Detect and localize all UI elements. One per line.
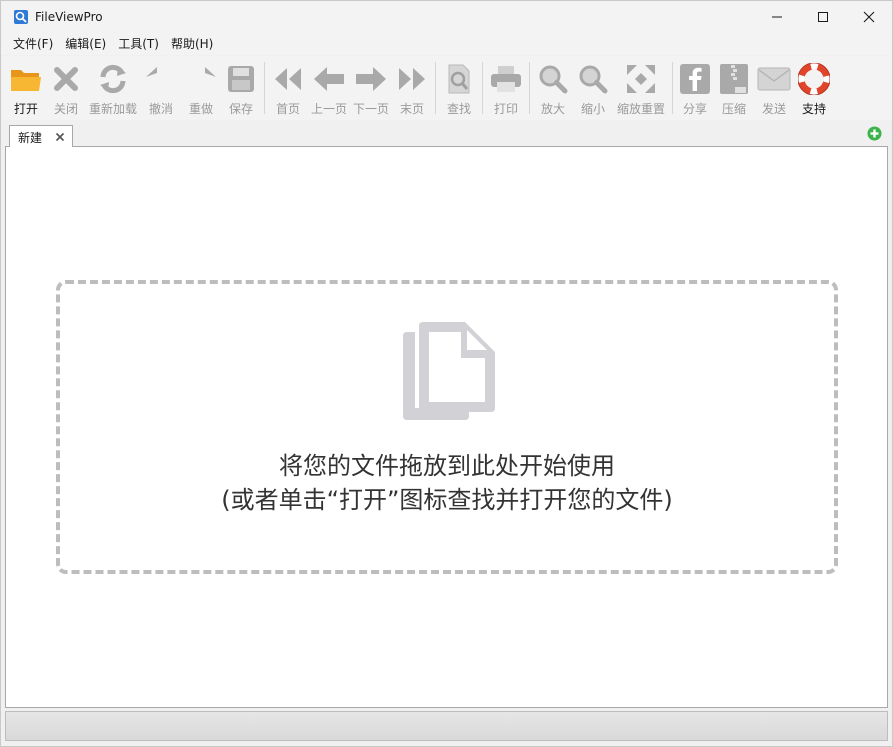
undo-label: 撤消 [148, 102, 173, 116]
window-title: FileViewPro [35, 9, 103, 24]
last-page-label: 末页 [399, 102, 424, 116]
share-button[interactable]: 分享 [676, 56, 714, 118]
first-page-label: 首页 [275, 102, 300, 116]
document-area: 将您的文件拖放到此处开始使用 (或者单击“打开”图标查找并打开您的文件) [5, 147, 888, 708]
zoom-out-icon [575, 62, 611, 96]
tab-new[interactable]: 新建 [9, 125, 73, 148]
first-page-icon [270, 62, 306, 96]
window-controls [754, 1, 892, 32]
zoom-reset-arrows-icon [623, 62, 659, 96]
save-button[interactable]: 保存 [221, 56, 261, 118]
arrow-right-icon [353, 62, 389, 96]
reload-icon [95, 62, 131, 96]
zoom-out-label: 缩小 [580, 102, 605, 116]
minimize-icon [772, 16, 782, 17]
minimize-button[interactable] [754, 1, 800, 32]
toolbar-divider [529, 62, 530, 114]
find-button[interactable]: 查找 [439, 56, 479, 118]
last-page-button[interactable]: 末页 [392, 56, 432, 118]
drop-instruction-secondary: (或者单击“打开”图标查找并打开您的文件) [221, 486, 673, 514]
reload-label: 重新加载 [88, 102, 137, 116]
last-page-icon [394, 62, 430, 96]
facebook-icon [677, 62, 713, 96]
add-tab-plus-icon[interactable] [867, 126, 882, 141]
zoom-out-button[interactable]: 缩小 [573, 56, 613, 118]
toolbar-divider [672, 62, 673, 114]
print-button[interactable]: 打印 [486, 56, 526, 118]
support-button[interactable]: 支持 [794, 56, 834, 118]
redo-label: 重做 [188, 102, 213, 116]
prev-page-button[interactable]: 上一页 [308, 56, 350, 118]
close-label: 关闭 [53, 102, 78, 116]
close-icon [863, 11, 875, 22]
zoom-reset-button[interactable]: 缩放重置 [613, 56, 669, 118]
envelope-icon [756, 62, 792, 96]
undo-button[interactable]: 撤消 [141, 56, 181, 118]
toolbar-divider [264, 62, 265, 114]
find-document-icon [441, 62, 477, 96]
open-button[interactable]: 打开 [5, 56, 47, 118]
save-floppy-icon [223, 62, 259, 96]
close-file-button[interactable]: 关闭 [47, 56, 85, 118]
menu-bar: 文件(F) 编辑(E) 工具(T) 帮助(H) [1, 32, 892, 55]
send-button[interactable]: 发送 [754, 56, 794, 118]
zoom-reset-label: 缩放重置 [616, 102, 665, 116]
toolbar-divider [435, 62, 436, 114]
next-page-button[interactable]: 下一页 [350, 56, 392, 118]
share-label: 分享 [682, 102, 707, 116]
fileviewpro-logo-icon [13, 9, 29, 25]
undo-icon [143, 62, 179, 96]
save-label: 保存 [228, 102, 253, 116]
toolbar-divider [482, 62, 483, 114]
redo-button[interactable]: 重做 [181, 56, 221, 118]
support-label: 支持 [801, 102, 826, 116]
zoom-in-button[interactable]: 放大 [533, 56, 573, 118]
reload-button[interactable]: 重新加载 [85, 56, 141, 118]
menu-file[interactable]: 文件(F) [7, 34, 59, 54]
drop-zone[interactable]: 将您的文件拖放到此处开始使用 (或者单击“打开”图标查找并打开您的文件) [56, 280, 838, 574]
printer-icon [488, 62, 524, 96]
arrow-left-icon [311, 62, 347, 96]
tab-strip: 新建 [5, 123, 888, 148]
first-page-button[interactable]: 首页 [268, 56, 308, 118]
title-bar: FileViewPro [1, 1, 892, 32]
menu-edit[interactable]: 编辑(E) [59, 34, 112, 54]
lifebuoy-icon [796, 62, 832, 96]
open-label: 打开 [13, 102, 38, 116]
menu-tools[interactable]: 工具(T) [112, 34, 165, 54]
folder-open-icon [8, 62, 44, 96]
print-label: 打印 [493, 102, 518, 116]
status-bar [5, 711, 888, 741]
find-label: 查找 [446, 102, 471, 116]
menu-help[interactable]: 帮助(H) [165, 34, 219, 54]
tab-close-icon[interactable] [54, 131, 66, 143]
app-window: FileViewPro 文件(F) 编辑(E) 工具(T) 帮助(H) 打开 关… [0, 0, 893, 747]
toolbar: 打开 关闭 重新加载 撤消 重做 保存 首页 上一页 下一页 末页 查找 打印 … [1, 56, 892, 120]
zip-archive-icon [716, 62, 752, 96]
compress-button[interactable]: 压缩 [714, 56, 754, 118]
maximize-button[interactable] [800, 1, 846, 32]
zoom-in-label: 放大 [540, 102, 565, 116]
documents-copy-icon [401, 322, 497, 422]
prev-page-label: 上一页 [310, 102, 347, 116]
redo-icon [183, 62, 219, 96]
compress-label: 压缩 [721, 102, 746, 116]
maximize-icon [818, 11, 828, 22]
close-x-icon [48, 62, 84, 96]
send-label: 发送 [761, 102, 786, 116]
zoom-in-icon [535, 62, 571, 96]
close-window-button[interactable] [846, 1, 892, 32]
tab-label: 新建 [18, 130, 43, 145]
next-page-label: 下一页 [352, 102, 389, 116]
drop-instruction: 将您的文件拖放到此处开始使用 [279, 452, 615, 480]
